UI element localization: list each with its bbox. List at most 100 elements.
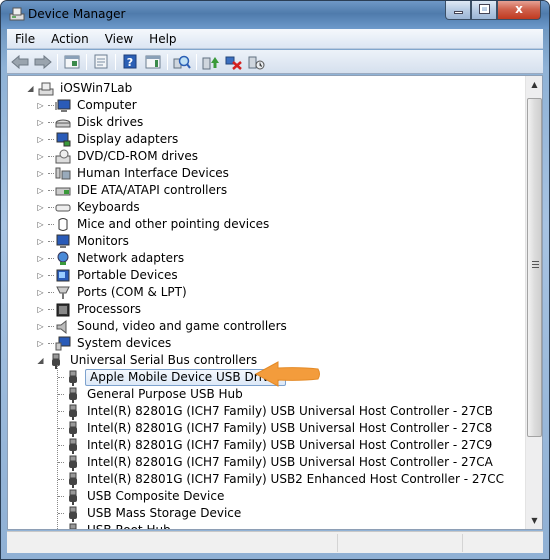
show-hide-console-tree-button[interactable] xyxy=(62,53,82,71)
ide-controller-icon xyxy=(55,187,71,195)
tree-usb-device[interactable]: Intel(R) 82801G (ICH7 Family) USB Univer… xyxy=(58,437,494,454)
expand-icon[interactable]: ▷ xyxy=(36,322,45,331)
tree-connector xyxy=(48,258,54,259)
expand-icon[interactable]: ▷ xyxy=(36,169,45,178)
toolbar-separator xyxy=(167,53,168,70)
minimize-button[interactable] xyxy=(445,1,471,20)
toolbar-separator xyxy=(196,53,197,70)
sound-icon xyxy=(56,319,67,334)
menu-view[interactable]: View xyxy=(97,32,141,46)
processor-icon xyxy=(56,303,70,316)
usb-icon xyxy=(69,455,77,471)
forward-button[interactable] xyxy=(33,53,53,71)
tree-usb-device[interactable]: USB Root Hub xyxy=(58,522,173,529)
tree-connector xyxy=(58,496,64,497)
uninstall-button[interactable] xyxy=(224,53,244,71)
expand-icon[interactable]: ▷ xyxy=(36,186,45,195)
tree-root[interactable]: ◢ iOSWin7Lab xyxy=(26,80,134,97)
tree-usb-device[interactable]: General Purpose USB Hub xyxy=(58,386,245,403)
menu-action[interactable]: Action xyxy=(43,32,97,46)
tree-item-label: Mice and other pointing devices xyxy=(77,217,270,231)
usb-icon xyxy=(69,523,77,529)
scroll-down-button[interactable]: ▼ xyxy=(526,512,543,529)
properties-button[interactable] xyxy=(91,53,111,71)
tree-usb-device[interactable]: Intel(R) 82801G (ICH7 Family) USB Univer… xyxy=(58,403,495,420)
expand-icon[interactable]: ▷ xyxy=(36,101,45,110)
tree-category-display-adapters[interactable]: ▷ Display adapters xyxy=(36,131,180,148)
close-button[interactable]: x xyxy=(497,1,541,20)
tree-category-monitors[interactable]: ▷ Monitors xyxy=(36,233,131,250)
expand-icon[interactable]: ▷ xyxy=(36,305,45,314)
tree-category-portable-devices[interactable]: ▷ Portable Devices xyxy=(36,267,180,284)
tree-category-mice-and-other-pointing-devices[interactable]: ▷ Mice and other pointing devices xyxy=(36,216,271,233)
expand-icon[interactable]: ▷ xyxy=(36,203,45,212)
vertical-scrollbar[interactable]: ▲ ▼ xyxy=(525,76,542,529)
tree-category-system-devices[interactable]: ▷ System devices xyxy=(36,335,173,352)
scan-hardware-changes-button[interactable] xyxy=(172,53,192,71)
tree-category-disk-drives[interactable]: ▷ Disk drives xyxy=(36,114,145,131)
tree-usb-device[interactable]: Intel(R) 82801G (ICH7 Family) USB2 Enhan… xyxy=(58,471,506,488)
menu-file[interactable]: File xyxy=(7,32,43,46)
collapse-icon[interactable]: ◢ xyxy=(36,356,45,365)
back-button[interactable] xyxy=(10,53,30,71)
title-bar[interactable]: Device Manager x xyxy=(1,1,549,29)
tree-connector xyxy=(48,309,54,310)
tree-category-universal-serial-bus-controllers[interactable]: ◢ Universal Serial Bus controllers xyxy=(36,352,259,369)
tree-item-label: Intel(R) 82801G (ICH7 Family) USB Univer… xyxy=(87,438,493,452)
tree-item-label: Disk drives xyxy=(77,115,144,129)
expand-icon[interactable]: ▷ xyxy=(36,220,45,229)
tree-category-sound-video-and-game-controllers[interactable]: ▷ Sound, video and game controllers xyxy=(36,318,289,335)
update-driver-icon xyxy=(202,56,219,69)
tree-category-network-adapters[interactable]: ▷ Network adapters xyxy=(36,250,186,267)
tree-category-ports-com-lpt[interactable]: ▷ Ports (COM & LPT) xyxy=(36,284,189,301)
tree-category-computer[interactable]: ▷ Computer xyxy=(36,97,139,114)
tree-category-dvd-cd-rom-drives[interactable]: ▷ DVD/CD-ROM drives xyxy=(36,148,200,165)
tree-usb-device[interactable]: Intel(R) 82801G (ICH7 Family) USB Univer… xyxy=(58,454,495,471)
tree-item-label: iOSWin7Lab xyxy=(60,81,133,95)
help-button[interactable]: ? xyxy=(120,53,140,71)
disable-button[interactable] xyxy=(247,53,267,71)
tree-usb-device[interactable]: Apple Mobile Device USB Driver xyxy=(58,369,287,386)
tree-connector xyxy=(58,462,64,463)
usb-icon xyxy=(69,472,77,488)
tree-connector xyxy=(48,275,54,276)
tree-usb-device[interactable]: USB Composite Device xyxy=(58,488,226,505)
menu-help[interactable]: Help xyxy=(141,32,184,46)
expand-icon[interactable]: ▷ xyxy=(36,135,45,144)
tree-item-label: Portable Devices xyxy=(77,268,178,282)
tree-item-label: Computer xyxy=(77,98,137,112)
expand-icon[interactable]: ▷ xyxy=(36,118,45,127)
expand-icon[interactable]: ▷ xyxy=(36,152,45,161)
expand-icon[interactable]: ▷ xyxy=(36,237,45,246)
tree-usb-device[interactable]: Intel(R) 82801G (ICH7 Family) USB Univer… xyxy=(58,420,494,437)
tree-category-human-interface-devices[interactable]: ▷ Human Interface Devices xyxy=(36,165,231,182)
tree-usb-device[interactable]: USB Mass Storage Device xyxy=(58,505,243,522)
scroll-thumb[interactable] xyxy=(527,98,542,437)
window-title: Device Manager xyxy=(28,7,126,21)
scroll-up-button[interactable]: ▲ xyxy=(526,76,543,93)
show-action-pane-button[interactable] xyxy=(143,53,163,71)
tree-category-keyboards[interactable]: ▷ Keyboards xyxy=(36,199,142,216)
usb-icon xyxy=(69,506,77,522)
tree-category-processors[interactable]: ▷ Processors xyxy=(36,301,143,318)
tree-connector xyxy=(58,394,64,395)
collapse-icon[interactable]: ◢ xyxy=(26,84,35,93)
maximize-button[interactable] xyxy=(471,1,497,20)
tree-connector xyxy=(48,173,54,174)
tree-item-label: Intel(R) 82801G (ICH7 Family) USB Univer… xyxy=(87,455,493,469)
usb-icon xyxy=(52,353,60,369)
tree-category-ide-ata-atapi-controllers[interactable]: ▷ IDE ATA/ATAPI controllers xyxy=(36,182,229,199)
disable-device-icon xyxy=(248,56,265,69)
device-tree: ◢ iOSWin7Lab ▷ Computer ▷ Disk drives ▷ Display… xyxy=(8,76,525,529)
system-devices-icon xyxy=(55,336,71,350)
computer-root-icon xyxy=(38,82,54,95)
expand-icon[interactable]: ▷ xyxy=(36,339,45,348)
expand-icon[interactable]: ▷ xyxy=(36,288,45,297)
update-driver-button[interactable] xyxy=(201,53,221,71)
expand-icon[interactable]: ▷ xyxy=(36,254,45,263)
tree-connector xyxy=(48,105,54,106)
usb-icon xyxy=(69,438,77,454)
tree-connector xyxy=(58,479,64,480)
console-tree-icon xyxy=(64,55,80,68)
expand-icon[interactable]: ▷ xyxy=(36,271,45,280)
